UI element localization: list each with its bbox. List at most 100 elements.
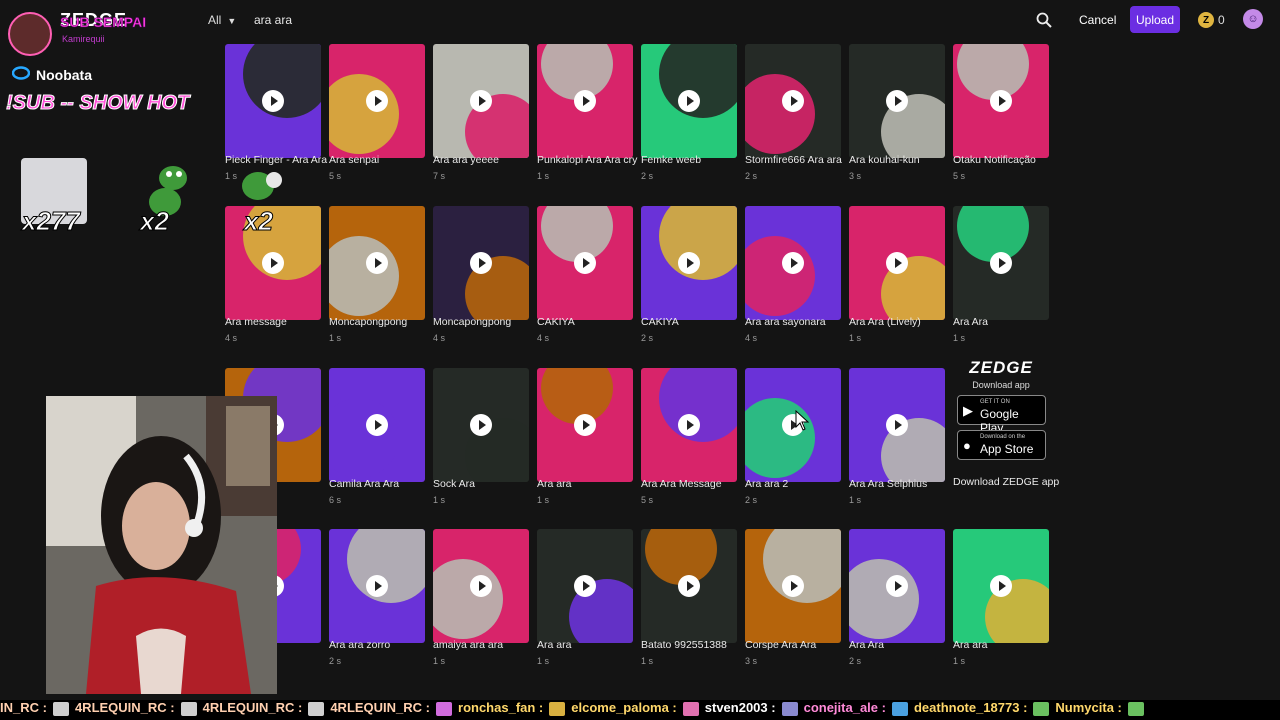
play-icon[interactable]	[678, 90, 700, 112]
ringtone-title[interactable]: Ara ara zorro	[329, 639, 390, 651]
ringtone-card[interactable]: CAKIYA 2 s	[641, 192, 737, 352]
ringtone-card[interactable]: Ara ara 2 2 s	[745, 354, 841, 514]
play-icon[interactable]	[470, 90, 492, 112]
search-input[interactable]: ara ara	[254, 13, 292, 27]
play-icon[interactable]	[470, 252, 492, 274]
ringtone-title[interactable]: Ara ara	[953, 639, 987, 651]
ringtone-duration: 1 s	[433, 495, 446, 505]
ringtone-title[interactable]: Ara ara	[537, 639, 571, 651]
play-icon[interactable]	[678, 575, 700, 597]
play-icon[interactable]	[262, 90, 284, 112]
ringtone-card[interactable]: Ara Ara Selphius 1 s	[849, 354, 945, 514]
google-play-button[interactable]: ▶ GET IT ON Google Play	[957, 395, 1046, 435]
ringtone-title[interactable]: Ara Ara Message	[641, 478, 722, 490]
ringtone-card[interactable]: Ara Ara 2 s	[849, 515, 945, 675]
play-icon[interactable]	[678, 252, 700, 274]
ringtone-duration: 5 s	[953, 171, 966, 181]
play-icon[interactable]	[782, 575, 804, 597]
ringtone-card[interactable]: Ara Ara 1 s	[953, 192, 1049, 352]
play-icon[interactable]	[990, 252, 1012, 274]
ringtone-title[interactable]: CAKIYA	[641, 316, 679, 328]
play-icon[interactable]	[470, 575, 492, 597]
ringtone-duration: 4 s	[537, 333, 550, 343]
ringtone-title[interactable]: Femke weeb	[641, 154, 701, 166]
play-icon[interactable]	[574, 252, 596, 274]
ringtone-title[interactable]: Otaku Notificação	[953, 154, 1036, 166]
ringtone-card[interactable]: Batato 992551388 1 s	[641, 515, 737, 675]
ringtone-card[interactable]: Ara kouhai-kun 3 s	[849, 30, 945, 190]
ringtone-title[interactable]: Ara ara yeeee	[433, 154, 499, 166]
play-icon[interactable]	[782, 252, 804, 274]
ringtone-title[interactable]: Punkalopi Ara Ara cry	[537, 154, 637, 166]
ringtone-card[interactable]: Punkalopi Ara Ara cry 1 s	[537, 30, 637, 190]
play-icon[interactable]	[574, 90, 596, 112]
ringtone-title[interactable]: Moncapongpong	[433, 316, 511, 328]
ringtone-title[interactable]: Moncapongpong	[329, 316, 407, 328]
play-icon[interactable]	[366, 575, 388, 597]
play-icon[interactable]	[574, 575, 596, 597]
play-icon[interactable]	[366, 252, 388, 274]
ringtone-card[interactable]: Ara ara 1 s	[537, 515, 633, 675]
ringtone-card[interactable]: Moncapongpong 1 s	[329, 192, 425, 352]
ringtone-title[interactable]: Stormfire666 Ara ara	[745, 154, 842, 166]
play-icon[interactable]	[990, 575, 1012, 597]
play-icon[interactable]	[990, 90, 1012, 112]
ringtone-title[interactable]: Ara ara sayonara	[745, 316, 826, 328]
play-icon[interactable]	[678, 414, 700, 436]
ringtone-title[interactable]: Ara kouhai-kun	[849, 154, 920, 166]
user-avatar[interactable]: ☺	[1243, 9, 1263, 29]
ringtone-card[interactable]: amaiya ara ara 1 s	[433, 515, 529, 675]
ringtone-duration: 6 s	[329, 495, 342, 505]
ringtone-card[interactable]: Ara ara yeeee 7 s	[433, 30, 529, 190]
ringtone-card[interactable]: Ara ara zorro 2 s	[329, 515, 425, 675]
ringtone-title[interactable]: Ara Ara	[849, 639, 884, 651]
play-icon[interactable]	[886, 252, 908, 274]
app-store-label: App Store	[980, 442, 1034, 456]
ad-caption[interactable]: Download ZEDGE app	[953, 476, 1059, 488]
play-icon[interactable]	[262, 252, 284, 274]
noobata-label: Noobata	[12, 66, 92, 83]
play-icon[interactable]	[886, 90, 908, 112]
ringtone-card[interactable]: CAKIYA 4 s	[537, 192, 633, 352]
zedge-ad-card[interactable]: ZEDGE Download app ▶ GET IT ON Google Pl…	[953, 354, 1049, 468]
ringtone-title[interactable]: Corspe Ara Ara	[745, 639, 816, 651]
ringtone-title[interactable]: Batato 992551388	[641, 639, 727, 651]
ringtone-title[interactable]: Ara Ara	[953, 316, 988, 328]
ringtone-title[interactable]: Ara ara	[537, 478, 571, 490]
play-icon[interactable]	[470, 414, 492, 436]
play-icon[interactable]	[366, 414, 388, 436]
ringtone-card[interactable]: Sock Ara 1 s	[433, 354, 529, 514]
ringtone-card[interactable]: Femke weeb 2 s	[641, 30, 737, 190]
ringtone-title[interactable]: amaiya ara ara	[433, 639, 503, 651]
ringtone-card[interactable]: Camila Ara Ara 6 s	[329, 354, 425, 514]
ringtone-card[interactable]: Ara ara 1 s	[953, 515, 1049, 675]
ringtone-title[interactable]: Ara senpai	[329, 154, 379, 166]
cancel-button[interactable]: Cancel	[1079, 13, 1116, 27]
search-icon[interactable]	[1036, 12, 1052, 28]
ringtone-title[interactable]: Sock Ara	[433, 478, 475, 490]
ringtone-card[interactable]: Ara senpai 5 s	[329, 30, 425, 190]
ringtone-title[interactable]: Ara Ara (Lively)	[849, 316, 921, 328]
ringtone-card[interactable]: Corspe Ara Ara 3 s	[745, 515, 841, 675]
ringtone-title[interactable]: Camila Ara Ara	[329, 478, 399, 490]
emote-count: x2	[244, 206, 274, 237]
play-icon[interactable]	[886, 575, 908, 597]
play-icon[interactable]	[782, 90, 804, 112]
play-icon[interactable]	[366, 90, 388, 112]
ringtone-card[interactable]: Ara ara 1 s	[537, 354, 633, 514]
play-icon[interactable]	[886, 414, 908, 436]
ringtone-title[interactable]: Ara message	[225, 316, 287, 328]
ringtone-duration: 4 s	[433, 333, 446, 343]
ringtone-card[interactable]: Ara Ara (Lively) 1 s	[849, 192, 945, 352]
ringtone-card[interactable]: Moncapongpong 4 s	[433, 192, 529, 352]
ringtone-card[interactable]: Ara ara sayonara 4 s	[745, 192, 841, 352]
play-icon[interactable]	[574, 414, 596, 436]
ringtone-title[interactable]: Ara ara 2	[745, 478, 788, 490]
ringtone-card[interactable]: Otaku Notificação 5 s	[953, 30, 1049, 190]
ringtone-card[interactable]: Stormfire666 Ara ara 2 s	[745, 30, 842, 190]
app-store-button[interactable]: ● Download on the App Store	[957, 430, 1046, 460]
ringtone-title[interactable]: Ara Ara Selphius	[849, 478, 927, 490]
upload-button[interactable]: Upload	[1130, 6, 1180, 33]
ringtone-title[interactable]: CAKIYA	[537, 316, 575, 328]
ringtone-card[interactable]: Ara Ara Message 5 s	[641, 354, 737, 514]
